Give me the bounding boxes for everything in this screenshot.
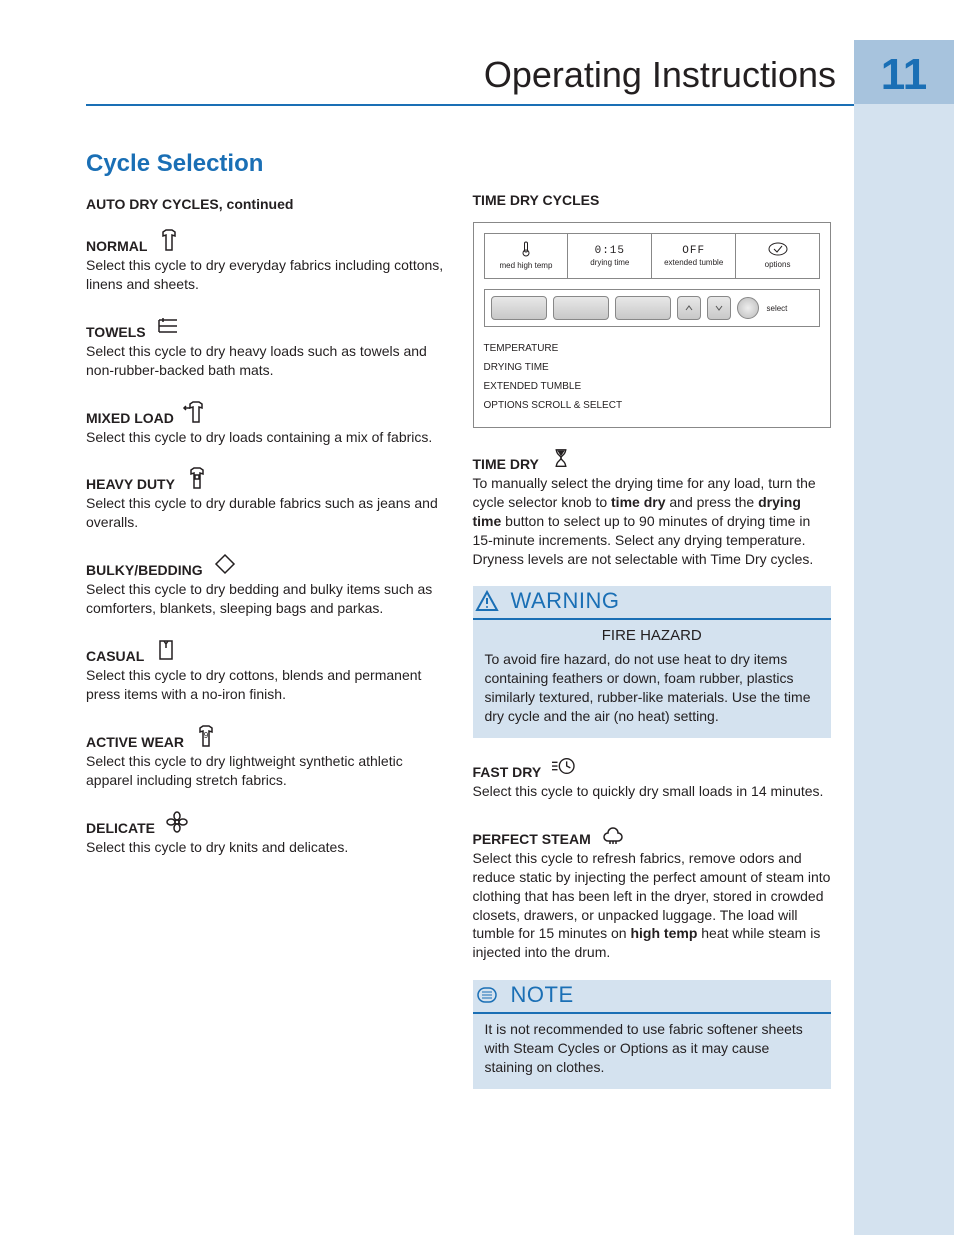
right-column: TIME DRY CYCLES med high temp 0:15 dryin… [473,150,832,1103]
hourglass-icon [547,444,575,472]
cycle-perfect-steam: PERFECT STEAM Select this cycle to refre… [473,819,832,962]
cycle-desc: Select this cycle to dry bedding and bul… [86,580,445,618]
activewear-icon: 9 [192,722,220,750]
cycle-time-dry: TIME DRY To manually select the drying t… [473,444,832,568]
cycle-desc: Select this cycle to dry durable fabrics… [86,494,445,532]
page-title: Operating Instructions [484,40,854,110]
callout: EXTENDED TUMBLE [484,377,821,396]
cycle-heavy: HEAVY DUTY Select this cycle to dry dura… [86,464,445,532]
lcd-row: med high temp 0:15 drying time OFF exten… [484,233,821,279]
cycle-label: CASUAL [86,648,144,664]
cycle-fast-dry: FAST DRY Select this cycle to quickly dr… [473,752,832,801]
cycle-towels: TOWELS Select this cycle to dry heavy lo… [86,312,445,380]
fast-dry-icon [549,752,577,780]
note-body: It is not recommended to use fabric soft… [485,1020,820,1077]
cycle-normal: NORMAL Select this cycle to dry everyday… [86,226,445,294]
cycle-label: DELICATE [86,820,155,836]
cycle-activewear: ACTIVE WEAR 9 Select this cycle to dry l… [86,722,445,790]
select-label: select [767,304,788,313]
section-title: Cycle Selection [86,150,445,178]
lcd-tumble: OFF extended tumble [652,234,736,278]
cycle-desc: Select this cycle to dry heavy loads suc… [86,342,445,380]
options-icon [738,242,817,259]
cycle-label: MIXED LOAD [86,410,174,426]
heavy-duty-icon [183,464,211,492]
warning-sub: FIRE HAZARD [485,626,820,646]
cycle-label: NORMAL [86,238,147,254]
cycle-label: HEAVY DUTY [86,476,175,492]
cycle-label: FAST DRY [473,764,542,780]
cycle-desc: Select this cycle to quickly dry small l… [473,782,832,801]
cycle-desc: Select this cycle to dry loads containin… [86,428,445,447]
scroll-down-button[interactable] [707,296,731,320]
header-rule [86,104,854,106]
temp-button[interactable] [491,296,547,320]
callout: TEMPERATURE [484,339,821,358]
cycle-bedding: BULKY/BEDDING Select this cycle to dry b… [86,550,445,618]
shirt-icon [155,226,183,254]
cycle-label: BULKY/BEDDING [86,562,203,578]
cycle-desc: Select this cycle to dry everyday fabric… [86,256,445,294]
page-number-box: 11 [854,40,954,110]
cycle-casual: CASUAL Select this cycle to dry cottons,… [86,636,445,704]
warning-box: WARNING FIRE HAZARD To avoid fire hazard… [473,586,832,738]
steam-desc: Select this cycle to refresh fabrics, re… [473,849,832,962]
time-dry-desc: To manually select the drying time for a… [473,474,832,568]
time-button[interactable] [553,296,609,320]
cycle-desc: Select this cycle to dry lightweight syn… [86,752,445,790]
cycle-mixed: MIXED LOAD Select this cycle to dry load… [86,398,445,447]
cycle-label: TIME DRY [473,456,539,472]
select-knob[interactable] [737,297,759,319]
page-header: Operating Instructions 11 [484,40,954,110]
casual-icon [152,636,180,664]
steam-icon [599,819,627,847]
tumble-button[interactable] [615,296,671,320]
note-icon [473,985,501,1005]
side-strip [854,104,954,1235]
page-number: 11 [881,50,928,100]
lcd-options: options [736,234,819,278]
callout: OPTIONS SCROLL & SELECT [484,396,821,415]
warning-title: WARNING [511,586,620,616]
cycle-label: ACTIVE WEAR [86,734,184,750]
left-subhead: AUTO DRY CYCLES, continued [86,196,445,212]
button-row: select [484,289,821,327]
scroll-up-button[interactable] [677,296,701,320]
callout: DRYING TIME [484,358,821,377]
control-panel-diagram: med high temp 0:15 drying time OFF exten… [473,222,832,428]
left-column: Cycle Selection AUTO DRY CYCLES, continu… [86,150,445,1103]
cycle-desc: Select this cycle to dry cottons, blends… [86,666,445,704]
warning-body: To avoid fire hazard, do not use heat to… [485,650,820,726]
bedding-icon [211,550,239,578]
delicate-icon [163,808,191,836]
lcd-temp: med high temp [485,234,569,278]
right-subhead: TIME DRY CYCLES [473,192,832,208]
cycle-label: PERFECT STEAM [473,831,591,847]
callout-list: TEMPERATURE DRYING TIME EXTENDED TUMBLE … [484,339,821,415]
towels-icon [154,312,182,340]
lcd-time: 0:15 drying time [568,234,652,278]
mixed-load-icon [182,398,210,426]
note-box: NOTE It is not recommended to use fabric… [473,980,832,1088]
cycle-desc: Select this cycle to dry knits and delic… [86,838,445,857]
note-title: NOTE [511,980,574,1010]
thermometer-icon [487,241,566,260]
cycle-delicate: DELICATE Select this cycle to dry knits … [86,808,445,857]
cycle-label: TOWELS [86,324,146,340]
warning-icon [473,590,501,612]
svg-text:9: 9 [204,731,209,740]
